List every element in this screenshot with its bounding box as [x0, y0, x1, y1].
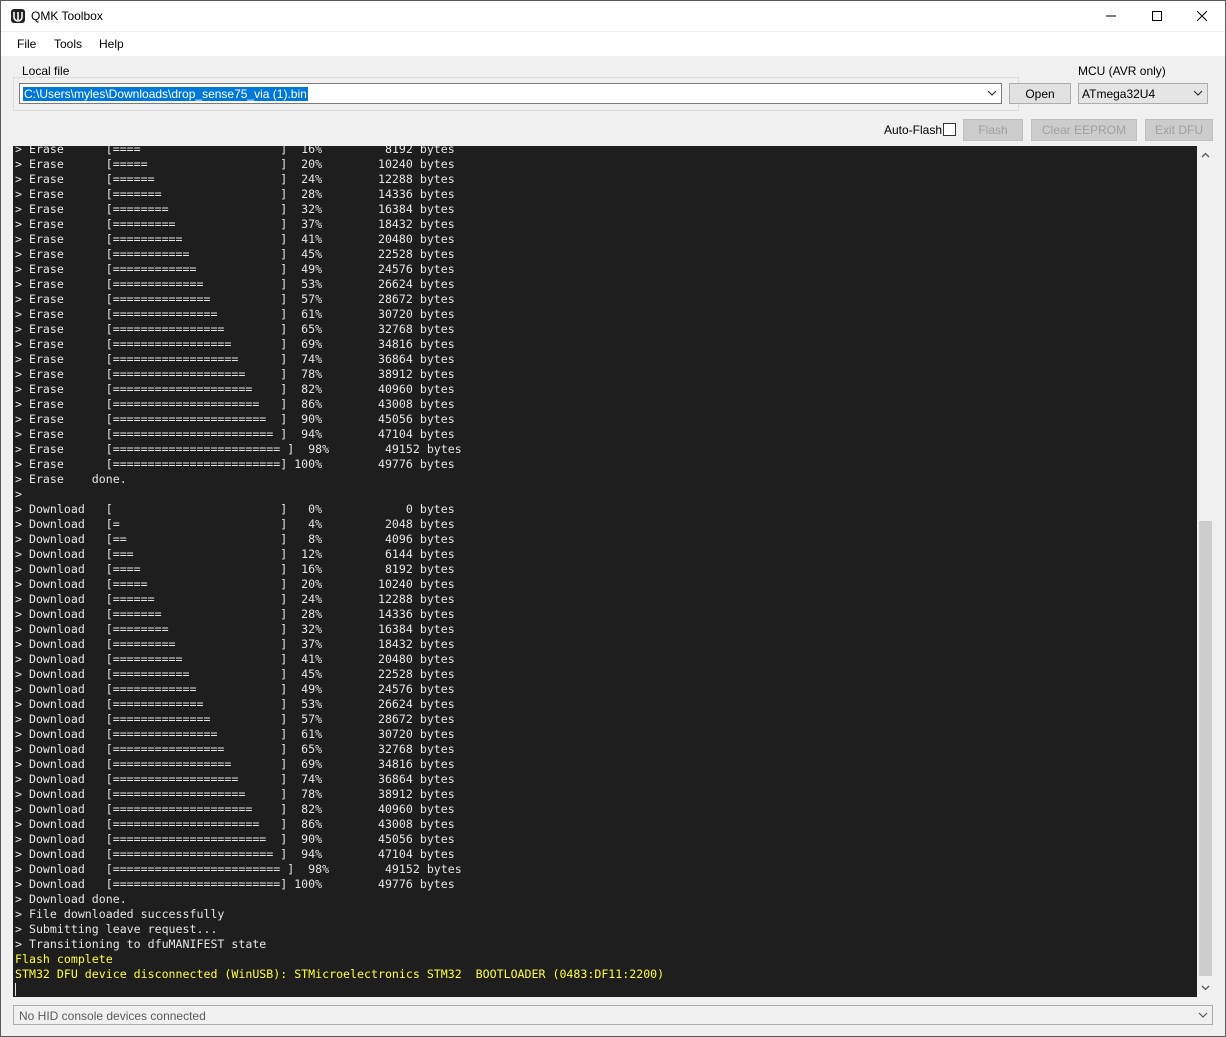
- local-file-label: Local file: [22, 64, 70, 78]
- log-line: > Download [=== ] 12% 6144 bytes: [15, 547, 455, 561]
- auto-flash-checkbox[interactable]: [943, 123, 956, 136]
- log-line: > Submitting leave request...: [15, 922, 218, 936]
- log-line: > Transitioning to dfuMANIFEST state: [15, 937, 267, 951]
- log-line: > Erase [================== ] 74% 36864 …: [15, 352, 455, 366]
- log-line: > Erase [========= ] 37% 18432 bytes: [15, 217, 455, 231]
- chevron-down-icon: [987, 90, 997, 96]
- log-line: > Download [==== ] 16% 8192 bytes: [15, 562, 455, 576]
- log-line: > Download [======== ] 32% 16384 bytes: [15, 622, 455, 636]
- log-line: > Erase [=========== ] 45% 22528 bytes: [15, 247, 455, 261]
- log-line: > Erase [============== ] 57% 28672 byte…: [15, 292, 455, 306]
- mcu-value: ATmega32U4: [1082, 87, 1156, 101]
- log-line: > Download [========== ] 41% 20480 bytes: [15, 652, 455, 666]
- log-line: > Download [======= ] 28% 14336 bytes: [15, 607, 455, 621]
- log-line: > Erase done.: [15, 472, 127, 486]
- text-caret: [15, 983, 16, 996]
- app-window: QMK Toolbox File Tools Help Local file C…: [0, 0, 1226, 1037]
- log-line: > Erase [====================== ] 90% 45…: [15, 412, 455, 426]
- log-line: > Erase [============= ] 53% 26624 bytes: [15, 277, 455, 291]
- qmk-logo-icon: [11, 9, 25, 23]
- clear-eeprom-button[interactable]: Clear EEPROM: [1031, 119, 1137, 141]
- chevron-down-icon: [1198, 1012, 1208, 1018]
- log-line: > Erase [======== ] 32% 16384 bytes: [15, 202, 455, 216]
- scroll-up-icon[interactable]: [1200, 150, 1211, 161]
- log-line: > Erase [=================== ] 78% 38912…: [15, 367, 455, 381]
- log-line: > Download done.: [15, 892, 127, 906]
- open-button[interactable]: Open: [1009, 83, 1071, 104]
- log-line: > Erase [===================== ] 86% 430…: [15, 397, 455, 411]
- log-line: > Download [===================== ] 86% …: [15, 817, 455, 831]
- log-console[interactable]: > Erase [==== ] 16% 8192 bytes > Erase [=…: [13, 146, 1197, 997]
- log-line: > Download [== ] 8% 4096 bytes: [15, 532, 455, 546]
- flash-button[interactable]: Flash: [963, 119, 1023, 141]
- maximize-icon: [1152, 11, 1162, 21]
- log-line: > Download [====================== ] 90%…: [15, 832, 455, 846]
- log-output: > Erase [==== ] 16% 8192 bytes > Erase [=…: [15, 146, 664, 982]
- log-line: > Download [========================] 10…: [15, 877, 455, 891]
- log-line: > Erase [========================] 100% …: [15, 457, 455, 471]
- hid-console-value: No HID console devices connected: [19, 1009, 206, 1023]
- log-line: > Download [= ] 4% 2048 bytes: [15, 517, 455, 531]
- scroll-thumb[interactable]: [1199, 521, 1212, 976]
- local-file-path: C:\Users\myles\Downloads\drop_sense75_vi…: [23, 87, 308, 101]
- log-line: > Erase [====== ] 24% 12288 bytes: [15, 172, 455, 186]
- log-line: > Download [ ] 0% 0 bytes: [15, 502, 455, 516]
- hid-console-select[interactable]: No HID console devices connected: [13, 1005, 1213, 1025]
- window-title: QMK Toolbox: [31, 9, 103, 23]
- chevron-down-icon: [1193, 90, 1203, 96]
- log-line: >: [15, 487, 22, 501]
- log-line: > Download [========= ] 37% 18432 bytes: [15, 637, 455, 651]
- log-line: > Erase [=============== ] 61% 30720 byt…: [15, 307, 455, 321]
- mcu-label: MCU (AVR only): [1078, 64, 1166, 78]
- log-line: > Erase [===== ] 20% 10240 bytes: [15, 157, 455, 171]
- log-line: > Download [============= ] 53% 26624 by…: [15, 697, 455, 711]
- maximize-button[interactable]: [1134, 1, 1180, 31]
- menu-tools[interactable]: Tools: [54, 37, 82, 51]
- log-line: > Erase [================= ] 69% 34816 b…: [15, 337, 455, 351]
- local-file-combo[interactable]: C:\Users\myles\Downloads\drop_sense75_vi…: [19, 83, 1002, 104]
- log-line: Flash complete: [15, 952, 113, 966]
- menu-help[interactable]: Help: [99, 37, 124, 51]
- log-line: > Download [================== ] 74% 368…: [15, 772, 455, 786]
- log-line: > Erase [======================== ] 98% …: [15, 442, 462, 456]
- close-button[interactable]: [1179, 1, 1225, 31]
- title-bar[interactable]: QMK Toolbox: [1, 1, 1225, 31]
- menu-bar: File Tools Help: [1, 32, 1225, 56]
- log-line: > Download [======================== ] 9…: [15, 862, 462, 876]
- log-line: > Download [============ ] 49% 24576 byt…: [15, 682, 455, 696]
- mcu-select[interactable]: ATmega32U4: [1078, 83, 1208, 104]
- menu-file[interactable]: File: [17, 37, 36, 51]
- log-line: STM32 DFU device disconnected (WinUSB): …: [15, 967, 665, 981]
- log-line: > File downloaded successfully: [15, 907, 225, 921]
- exit-dfu-button[interactable]: Exit DFU: [1145, 119, 1213, 141]
- log-line: > Download [======================= ] 94…: [15, 847, 455, 861]
- scroll-down-icon[interactable]: [1200, 982, 1211, 993]
- minimize-button[interactable]: [1088, 1, 1134, 31]
- auto-flash-label: Auto-Flash: [884, 123, 943, 137]
- log-line: > Erase [================ ] 65% 32768 by…: [15, 322, 455, 336]
- console-scrollbar[interactable]: [1197, 146, 1214, 997]
- log-line: > Download [================ ] 65% 32768…: [15, 742, 455, 756]
- log-line: > Download [==================== ] 82% 4…: [15, 802, 455, 816]
- log-line: > Erase [==================== ] 82% 4096…: [15, 382, 455, 396]
- log-line: > Download [============== ] 57% 28672 b…: [15, 712, 455, 726]
- minimize-icon: [1106, 15, 1116, 17]
- log-line: > Erase [============ ] 49% 24576 bytes: [15, 262, 455, 276]
- log-line: > Download [================= ] 69% 3481…: [15, 757, 455, 771]
- log-line: > Download [=============== ] 61% 30720 …: [15, 727, 455, 741]
- log-line: > Download [=================== ] 78% 38…: [15, 787, 455, 801]
- log-line: > Download [====== ] 24% 12288 bytes: [15, 592, 455, 606]
- close-icon: [1197, 11, 1207, 21]
- log-line: > Download [===== ] 20% 10240 bytes: [15, 577, 455, 591]
- log-line: > Erase [======================= ] 94% 4…: [15, 427, 455, 441]
- log-line: > Erase [========== ] 41% 20480 bytes: [15, 232, 455, 246]
- log-line: > Download [=========== ] 45% 22528 byte…: [15, 667, 455, 681]
- log-line: > Erase [======= ] 28% 14336 bytes: [15, 187, 455, 201]
- log-line: > Erase [==== ] 16% 8192 bytes: [15, 146, 455, 156]
